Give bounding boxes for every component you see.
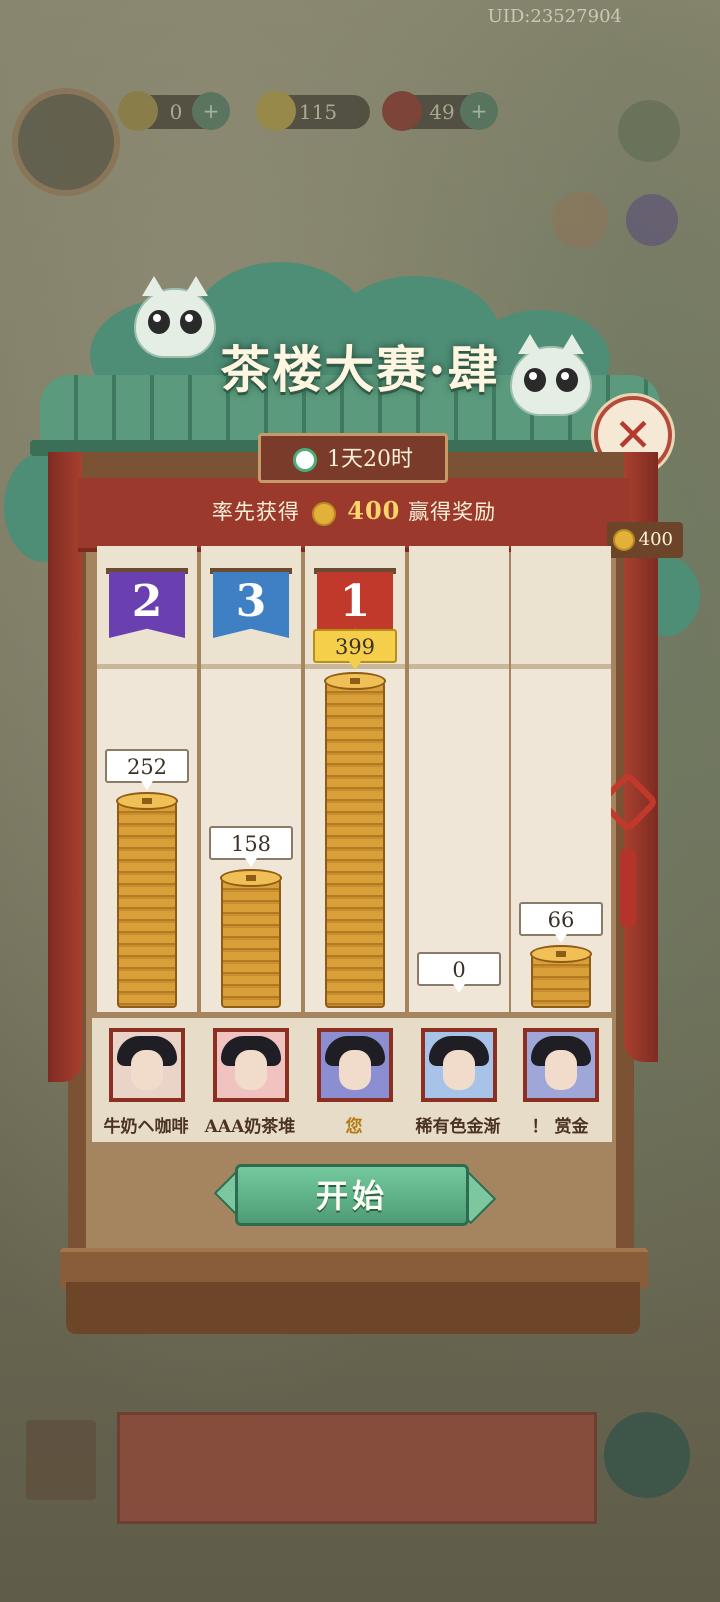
player-name: 稀有色金渐 xyxy=(415,1117,501,1137)
countdown-timer: 1天20时 xyxy=(258,433,448,483)
coin-count-bubble: 0 xyxy=(417,952,501,993)
coin-stack xyxy=(325,681,385,1008)
player-portrait[interactable] xyxy=(213,1028,289,1102)
timer-text: 1天20时 xyxy=(327,447,413,472)
player-portrait[interactable] xyxy=(317,1028,393,1102)
coin-count-bubble: 66 xyxy=(519,902,603,943)
coin-count-bubble: 399 xyxy=(313,629,397,670)
coin-stack xyxy=(221,878,281,1008)
rank-flag: 2 xyxy=(109,572,185,638)
start-button[interactable]: 开始 xyxy=(235,1164,469,1226)
clock-icon xyxy=(293,448,317,472)
coin-stack-top xyxy=(530,945,592,963)
side-goal-value: 400 xyxy=(638,529,673,550)
coin-stack-top xyxy=(220,869,282,887)
player-name: AAA奶茶堆 xyxy=(204,1117,296,1137)
coin-icon xyxy=(613,529,635,551)
goal-text: 率先获得 400 赢得奖励 xyxy=(78,496,630,526)
player-name: 您 xyxy=(345,1117,363,1137)
player-name: 牛奶ヘ咖啡 xyxy=(103,1117,189,1137)
goal-suffix: 赢得奖励 xyxy=(408,500,497,524)
goal-prefix: 率先获得 xyxy=(211,500,300,524)
rank-flag: 3 xyxy=(213,572,289,638)
cabinet-foot xyxy=(66,1282,640,1334)
curtain-left xyxy=(48,452,82,1082)
portrait-face xyxy=(339,1050,371,1090)
lane-header xyxy=(409,546,509,669)
lane-header xyxy=(511,546,611,669)
coin-stack xyxy=(117,801,177,1008)
portrait-face xyxy=(545,1050,577,1090)
coin-count-bubble: 252 xyxy=(105,749,189,790)
coin-stack-top xyxy=(116,792,178,810)
coin-stack-top xyxy=(324,672,386,690)
goal-amount: 400 xyxy=(347,496,401,525)
portrait-face xyxy=(235,1050,267,1090)
portrait-face xyxy=(443,1050,475,1090)
player-portrait[interactable] xyxy=(109,1028,185,1102)
coin-count-bubble: 158 xyxy=(209,826,293,867)
side-goal-badge: 400 xyxy=(607,522,683,558)
player-portrait[interactable] xyxy=(523,1028,599,1102)
coin-icon xyxy=(311,501,336,526)
modal-title: 茶楼大赛·肆 xyxy=(220,340,500,399)
player-portrait[interactable] xyxy=(421,1028,497,1102)
portrait-face xyxy=(131,1050,163,1090)
tea-contest-modal: 茶楼大赛·肆 ✕ 率先获得 400 赢得奖励 1天20时 400 2 252 3 15… xyxy=(0,0,720,1602)
player-name: ！ 赏金 xyxy=(531,1117,589,1137)
tassel-decoration xyxy=(620,850,636,926)
